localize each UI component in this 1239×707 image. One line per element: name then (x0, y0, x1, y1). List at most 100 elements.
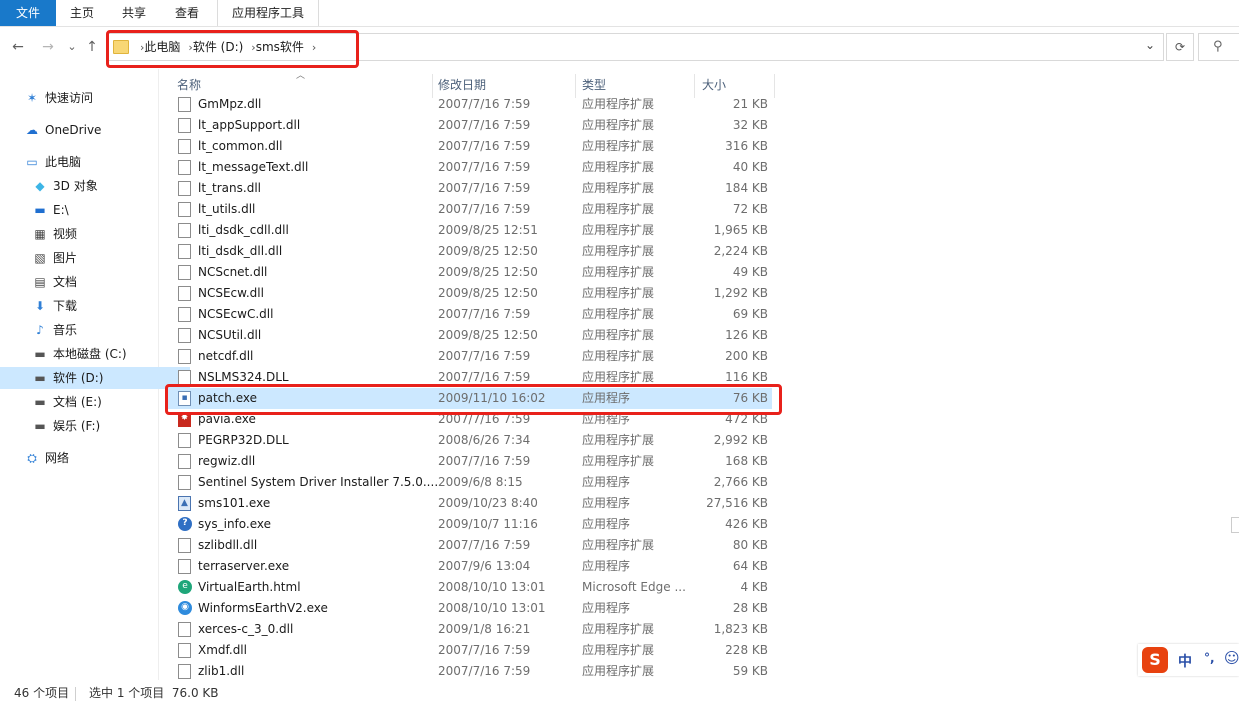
file-row[interactable]: NCSEcw.dll 2009/8/25 12:50 应用程序扩展 1,292 KB (168, 283, 772, 304)
file-row[interactable]: lt_common.dll 2007/7/16 7:59 应用程序扩展 316 KB (168, 136, 772, 157)
sidebar-item-onedrive[interactable]: ☁ OneDrive (24, 119, 101, 141)
emoji-icon[interactable]: ☺ (1224, 649, 1239, 667)
dll-file-icon (178, 433, 191, 448)
file-row[interactable]: GmMpz.dll 2007/7/16 7:59 应用程序扩展 21 KB (168, 94, 772, 115)
sidebar-item-this-pc[interactable]: ▭ 此电脑 (24, 151, 81, 173)
file-modified-date: 2007/7/16 7:59 (438, 643, 531, 657)
up-icon[interactable]: ↑ (82, 37, 102, 57)
file-row[interactable]: lti_dsdk_cdll.dll 2009/8/25 12:51 应用程序扩展 1,… (168, 220, 772, 241)
file-row[interactable]: Xmdf.dll 2007/7/16 7:59 应用程序扩展 228 KB (168, 640, 772, 661)
address-bar[interactable]: ›此电脑 ›软件 (D:) ›sms软件 › ⌄ (107, 33, 1164, 61)
file-row[interactable]: netcdf.dll 2007/7/16 7:59 应用程序扩展 200 KB (168, 346, 772, 367)
file-row[interactable]: ✸ pavia.exe 2007/7/16 7:59 应用程序 472 KB (168, 409, 772, 430)
file-size: 59 KB (732, 664, 768, 678)
column-header-name[interactable]: 名称 (177, 74, 201, 96)
sidebar-item-documents-e[interactable]: ▬ 文档 (E:) (32, 391, 102, 413)
sidebar-item-drive-e-root[interactable]: ▬ E:\ (32, 199, 68, 221)
breadcrumb-drive-d[interactable]: 软件 (D:) (193, 40, 243, 54)
file-type: 应用程序 (582, 412, 631, 426)
tab-application-tools[interactable]: 应用程序工具 (217, 0, 319, 26)
sidebar-item-quick-access[interactable]: ✶ 快速访问 (24, 87, 93, 109)
sidebar-item-label: 此电脑 (45, 155, 82, 169)
tab-view[interactable]: 查看 (163, 0, 211, 26)
file-row[interactable]: Sentinel System Driver Installer 7.5.0..… (168, 472, 772, 493)
file-name: Sentinel System Driver Installer 7.5.0..… (198, 475, 439, 489)
ime-punctuation-toggle[interactable]: °, (1204, 651, 1215, 665)
sidebar-item-entertainment-f[interactable]: ▬ 娱乐 (F:) (32, 415, 100, 437)
file-size: 76 KB (732, 391, 768, 405)
file-row[interactable]: lt_utils.dll 2007/7/16 7:59 应用程序扩展 72 KB (168, 199, 772, 220)
file-row[interactable]: e VirtualEarth.html 2008/10/10 13:01 Micros… (168, 577, 772, 598)
file-row[interactable]: ▲ sms101.exe 2009/10/23 8:40 应用程序 27,516 KB (168, 493, 772, 514)
file-row[interactable]: ◉ WinformsEarthV2.exe 2008/10/10 13:01 应用程序… (168, 598, 772, 619)
file-row[interactable]: terraserver.exe 2007/9/6 13:04 应用程序 64 KB (168, 556, 772, 577)
file-row[interactable]: NCSUtil.dll 2009/8/25 12:50 应用程序扩展 126 KB (168, 325, 772, 346)
file-row[interactable]: ▪ patch.exe 2009/11/10 16:02 应用程序 76 KB (168, 388, 772, 409)
file-type: 应用程序扩展 (582, 622, 655, 636)
file-type: 应用程序 (582, 391, 631, 405)
column-header-size[interactable]: 大小 (702, 74, 726, 96)
file-row[interactable]: xerces-c_3_0.dll 2009/1/8 16:21 应用程序扩展 1,82… (168, 619, 772, 640)
sidebar-item-3d-objects[interactable]: ◆ 3D 对象 (32, 175, 97, 197)
file-row[interactable]: zlib1.dll 2007/7/16 7:59 应用程序扩展 59 KB (168, 661, 772, 682)
dll-file-icon (178, 265, 191, 280)
sidebar-item-music[interactable]: ♪ 音乐 (32, 319, 77, 341)
file-modified-date: 2007/7/16 7:59 (438, 202, 531, 216)
column-header-type[interactable]: 类型 (582, 74, 606, 96)
sidebar-item-label: 视频 (53, 227, 78, 241)
file-row[interactable]: NCSEcwC.dll 2007/7/16 7:59 应用程序扩展 69 KB (168, 304, 772, 325)
file-row[interactable]: lt_trans.dll 2007/7/16 7:59 应用程序扩展 184 KB (168, 178, 772, 199)
refresh-icon[interactable]: ⟳ (1166, 33, 1194, 61)
file-modified-date: 2009/8/25 12:51 (438, 223, 538, 237)
file-modified-date: 2008/6/26 7:34 (438, 433, 531, 447)
tab-share[interactable]: 共享 (110, 0, 158, 26)
file-type: 应用程序扩展 (582, 160, 655, 174)
sogou-logo-icon[interactable]: S (1142, 647, 1168, 673)
sidebar-item-label: 文档 (E:) (53, 395, 102, 409)
ime-toolbar[interactable]: S 中 °, ☺ (1138, 644, 1239, 676)
file-size: 168 KB (725, 454, 768, 468)
file-row[interactable]: lti_dsdk_dll.dll 2009/8/25 12:50 应用程序扩展 2,2… (168, 241, 772, 262)
dll-file-icon (178, 559, 191, 574)
search-box[interactable]: ⚲ (1198, 33, 1239, 61)
ime-language-toggle[interactable]: 中 (1178, 651, 1192, 671)
scrollbar-handle[interactable] (1231, 517, 1239, 533)
file-row[interactable]: PEGRP32D.DLL 2008/6/26 7:34 应用程序扩展 2,992 KB (168, 430, 772, 451)
file-row[interactable]: regwiz.dll 2007/7/16 7:59 应用程序扩展 168 KB (168, 451, 772, 472)
address-dropdown-icon[interactable]: ⌄ (1145, 38, 1155, 52)
sidebar-item-downloads[interactable]: ⬇ 下载 (32, 295, 77, 317)
file-size: 27,516 KB (706, 496, 768, 510)
dll-file-icon (178, 244, 191, 259)
sidebar-item-local-disk-c[interactable]: ▬ 本地磁盘 (C:) (32, 343, 126, 365)
file-row[interactable]: ? sys_info.exe 2009/10/7 11:16 应用程序 426 KB (168, 514, 772, 535)
dll-file-icon (178, 307, 191, 322)
sidebar-item-pictures[interactable]: ▧ 图片 (32, 247, 77, 269)
file-row[interactable]: NCScnet.dll 2009/8/25 12:50 应用程序扩展 49 KB (168, 262, 772, 283)
file-type: 应用程序扩展 (582, 307, 655, 321)
computer-icon: ▭ (26, 155, 38, 169)
sidebar-item-software-d[interactable]: ▬ 软件 (D:) (0, 367, 190, 389)
forward-icon[interactable]: → (38, 37, 58, 57)
chevron-right-icon[interactable]: › (312, 41, 316, 54)
sidebar-item-documents[interactable]: ▤ 文档 (32, 271, 77, 293)
file-type: 应用程序扩展 (582, 244, 655, 258)
sidebar-item-network[interactable]: ⛭ 网络 (24, 447, 69, 469)
tab-home[interactable]: 主页 (58, 0, 106, 26)
file-modified-date: 2007/7/16 7:59 (438, 139, 531, 153)
column-header-date[interactable]: 修改日期 (438, 74, 486, 96)
tab-file[interactable]: 文件 (0, 0, 56, 26)
file-name: lt_messageText.dll (198, 160, 309, 174)
file-row[interactable]: lt_messageText.dll 2007/7/16 7:59 应用程序扩展 40… (168, 157, 772, 178)
breadcrumb-sms-folder[interactable]: sms软件 (256, 40, 304, 54)
back-icon[interactable]: ← (8, 37, 28, 57)
file-row[interactable]: szlibdll.dll 2007/7/16 7:59 应用程序扩展 80 KB (168, 535, 772, 556)
file-type: 应用程序扩展 (582, 202, 655, 216)
sidebar-item-videos[interactable]: ▦ 视频 (32, 223, 77, 245)
flag-file-icon: ✸ (178, 412, 191, 427)
breadcrumb-this-pc[interactable]: 此电脑 (144, 40, 180, 54)
column-divider[interactable] (774, 74, 775, 98)
file-row[interactable]: lt_appSupport.dll 2007/7/16 7:59 应用程序扩展 32 … (168, 115, 772, 136)
file-row[interactable]: NSLMS324.DLL 2007/7/16 7:59 应用程序扩展 116 KB (168, 367, 772, 388)
recent-locations-icon[interactable]: ⌄ (62, 37, 82, 57)
file-type: 应用程序扩展 (582, 97, 655, 111)
